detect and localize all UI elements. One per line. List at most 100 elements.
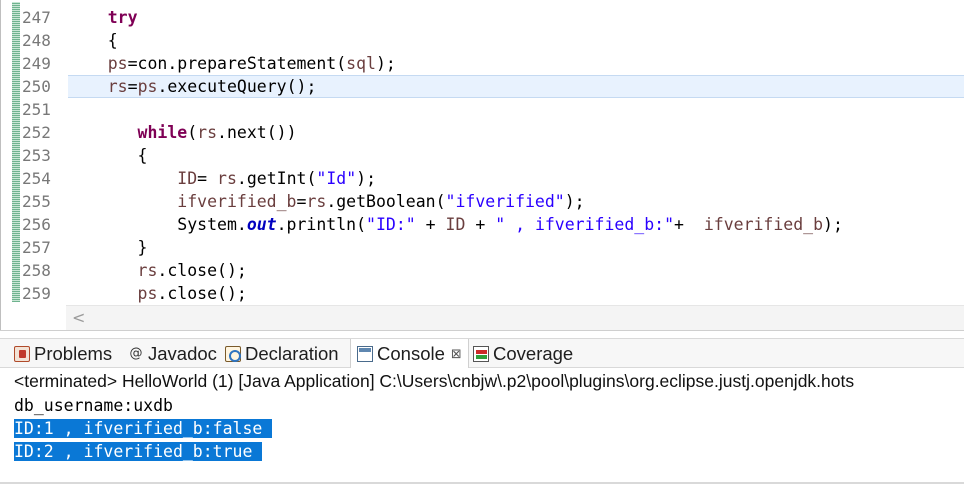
tab-label: Coverage: [493, 342, 574, 364]
declaration-icon: [225, 345, 241, 362]
horizontal-scrollbar[interactable]: <: [66, 305, 964, 330]
tab-console[interactable]: Console ⊠: [350, 339, 469, 369]
code-line[interactable]: System.out.println("ID:" + ID + " , ifve…: [68, 213, 964, 236]
tab-label: Declaration: [245, 342, 339, 364]
tab-javadoc[interactable]: @ Javadoc: [128, 339, 217, 368]
line-number: 253: [22, 146, 51, 165]
code-token: );: [564, 192, 585, 211]
tab-coverage[interactable]: Coverage: [473, 339, 573, 368]
code-token: );: [375, 54, 396, 73]
code-line[interactable]: try: [68, 6, 964, 29]
line-number: 250: [22, 77, 51, 96]
code-token: =con.prepareStatement(: [127, 54, 347, 73]
line-number: 257: [22, 238, 51, 257]
code-token: ID: [445, 215, 466, 234]
code-token: );: [823, 215, 843, 234]
tab-declaration[interactable]: Declaration: [225, 339, 339, 368]
code-token: .close();: [157, 284, 247, 303]
current-code-line[interactable]: rs=ps.executeQuery();: [68, 75, 964, 98]
line-number: 247: [22, 8, 51, 27]
line-number: 259: [22, 284, 51, 303]
code-token: rs: [306, 192, 327, 211]
code-token: =: [127, 77, 138, 96]
line-number: 249: [22, 54, 51, 73]
javadoc-icon: @: [129, 345, 143, 361]
line-number: 251: [22, 100, 51, 119]
scroll-left-arrow-icon[interactable]: <: [72, 308, 85, 327]
code-token: {: [68, 31, 118, 50]
code-token: {: [68, 146, 148, 165]
coverage-icon: [473, 345, 489, 362]
code-token: " , ifverified_b:": [495, 215, 675, 234]
code-token: ifverified_b: [177, 192, 297, 211]
tab-label: Javadoc: [148, 342, 217, 364]
line-number: 254: [22, 169, 51, 188]
code-token: System.: [68, 215, 247, 234]
line-number: 256: [22, 215, 51, 234]
code-line[interactable]: ps=con.prepareStatement(sql);: [68, 52, 964, 75]
code-token: +: [674, 215, 704, 234]
tab-label: Console: [377, 343, 445, 364]
code-line[interactable]: }: [68, 236, 964, 259]
code-token: rs: [197, 123, 218, 142]
console-output-line[interactable]: db_username:uxdb: [14, 394, 964, 417]
code-line[interactable]: while(rs.next()): [68, 121, 964, 144]
code-token: +: [415, 215, 446, 234]
panel-divider: [0, 330, 964, 338]
code-token: );: [356, 169, 377, 188]
code-token: =: [296, 192, 307, 211]
problems-icon: [14, 345, 30, 362]
line-number: 248: [22, 31, 51, 50]
console-output[interactable]: db_username:uxdb ID:1 , ifverified_b:fals…: [0, 394, 964, 484]
code-token: .close();: [157, 261, 247, 280]
code-token: (: [187, 123, 198, 142]
code-token: .getBoolean(: [326, 192, 446, 211]
code-token: .println(: [276, 215, 367, 234]
code-token: ps: [137, 284, 158, 303]
code-area[interactable]: try { ps=con.prepareStatement(sql); rs=p…: [68, 6, 964, 305]
code-line[interactable]: {: [68, 29, 964, 52]
selected-output-text: ID:2 , ifverified_b:true: [14, 442, 263, 461]
code-token: rs: [107, 77, 128, 96]
code-token: .getInt(: [236, 169, 317, 188]
code-editor[interactable]: 247 248 249 250 251 252 253 254 255 256 257 258 259 …: [0, 0, 964, 330]
close-tab-icon[interactable]: ⊠: [451, 347, 462, 362]
code-token: try: [107, 8, 138, 27]
code-line[interactable]: {: [68, 144, 964, 167]
code-token: rs: [137, 261, 158, 280]
code-line[interactable]: rs.close();: [68, 259, 964, 282]
code-line[interactable]: ID= rs.getInt("Id");: [68, 167, 964, 190]
code-line[interactable]: ps.close();: [68, 282, 964, 305]
console-output-line[interactable]: ID:2 , ifverified_b:true: [14, 440, 964, 463]
code-token: rs: [217, 169, 237, 188]
code-token: +: [465, 215, 496, 234]
bottom-panel-tabbar: Problems @ Javadoc Declaration Console ⊠…: [0, 338, 964, 369]
code-token: ifverified_b: [703, 215, 824, 234]
line-number: 255: [22, 192, 51, 211]
code-token: ps: [137, 77, 158, 96]
console-output-line[interactable]: ID:1 , ifverified_b:false: [14, 417, 964, 440]
code-token: =: [197, 169, 218, 188]
line-number: 252: [22, 123, 51, 142]
selected-output-text: ID:1 , ifverified_b:false: [14, 419, 273, 438]
console-icon: [357, 346, 373, 362]
console-status-line: <terminated> HelloWorld (1) [Java Applic…: [0, 368, 964, 394]
tab-label: Problems: [34, 342, 113, 364]
tab-problems[interactable]: Problems: [14, 339, 112, 368]
code-line[interactable]: ifverified_b=rs.getBoolean("ifverified")…: [68, 190, 964, 213]
code-token: "Id": [316, 169, 357, 188]
line-number: 258: [22, 261, 51, 280]
code-line[interactable]: [68, 98, 964, 121]
editor-border: [0, 0, 1, 330]
code-token: "ifverified": [445, 192, 565, 211]
code-token: .executeQuery();: [157, 77, 317, 96]
code-token: out: [246, 215, 277, 234]
code-token: "ID:": [366, 215, 416, 234]
